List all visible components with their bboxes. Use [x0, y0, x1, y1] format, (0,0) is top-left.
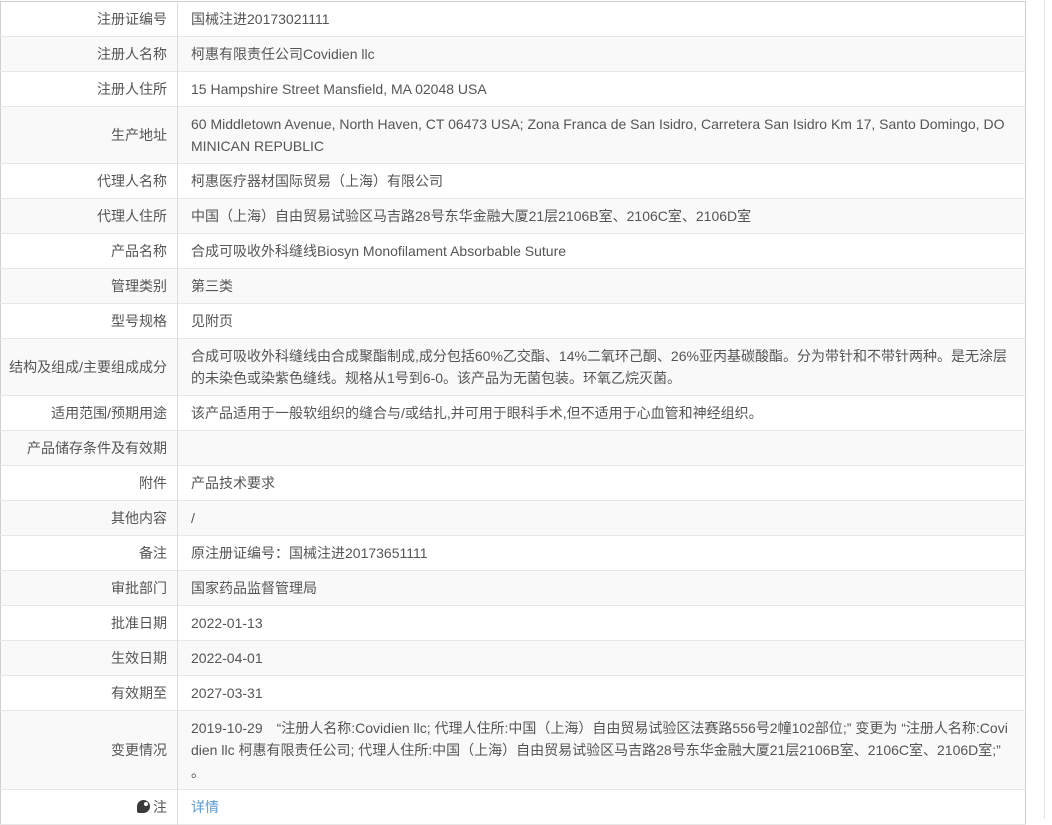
row-value: 国械注进20173021111	[191, 11, 330, 27]
row-value: 合成可吸收外科缝线Biosyn Monofilament Absorbable …	[191, 243, 567, 259]
row-label: 其他内容	[0, 500, 178, 536]
note-icon	[137, 800, 150, 813]
row-value: 柯惠有限责任公司Covidien llc	[191, 46, 375, 62]
row-label: 备注	[0, 535, 178, 571]
row-label: 生效日期	[0, 640, 178, 676]
table-row: 型号规格 见附页	[0, 303, 1026, 339]
table-row: 代理人名称 柯惠医疗器材国际贸易（上海）有限公司	[0, 163, 1026, 199]
row-value: 2022-04-01	[191, 650, 263, 666]
row-value: 原注册证编号：国械注进20173651111	[191, 545, 428, 561]
row-label: 注册证编号	[0, 1, 178, 37]
table-row: 备注 原注册证编号：国械注进20173651111	[0, 535, 1026, 571]
row-value: 见附页	[191, 313, 233, 329]
row-value: 详情	[178, 790, 1026, 825]
table-row: 其他内容 /	[0, 500, 1026, 536]
page-right-border-line	[1044, 0, 1045, 819]
row-label-text: 注	[153, 799, 167, 815]
table-row: 批准日期 2022-01-13	[0, 605, 1026, 641]
row-value: /	[191, 510, 195, 526]
table-row: 注册人名称 柯惠有限责任公司Covidien llc	[0, 36, 1026, 72]
row-value: 2022-01-13	[191, 615, 263, 631]
row-label: 管理类别	[0, 268, 178, 304]
table-row: 审批部门 国家药品监督管理局	[0, 570, 1026, 606]
table-row: 管理类别 第三类	[0, 268, 1026, 304]
row-label: 结构及组成/主要组成成分	[0, 338, 178, 396]
table-row-note: 注 详情	[0, 789, 1026, 825]
row-label: 变更情况	[0, 710, 178, 790]
row-value: 中国（上海）自由贸易试验区马吉路28号东华金融大厦21层2106B室、2106C…	[191, 208, 752, 224]
row-label: 适用范围/预期用途	[0, 395, 178, 431]
row-value: 合成可吸收外科缝线由合成聚酯制成,成分包括60%乙交酯、14%二氧环己酮、26%…	[191, 348, 1007, 386]
row-label: 注册人名称	[0, 36, 178, 72]
row-value: 柯惠医疗器材国际贸易（上海）有限公司	[191, 173, 443, 189]
row-label: 附件	[0, 465, 178, 501]
row-label: 产品名称	[0, 233, 178, 269]
row-value: 国家药品监督管理局	[191, 580, 317, 596]
row-label: 有效期至	[0, 675, 178, 711]
row-label: 审批部门	[0, 570, 178, 606]
row-value: 60 Middletown Avenue, North Haven, CT 06…	[191, 116, 1005, 154]
row-label: 产品储存条件及有效期	[0, 430, 178, 466]
table-row: 生效日期 2022-04-01	[0, 640, 1026, 676]
row-label: 代理人住所	[0, 198, 178, 234]
table-row: 附件 产品技术要求	[0, 465, 1026, 501]
row-value: 2019-10-29 “注册人名称:Covidien llc; 代理人住所:中国…	[191, 720, 1008, 780]
registration-detail-page: 注册证编号 国械注进20173021111 注册人名称 柯惠有限责任公司Covi…	[0, 0, 1052, 825]
row-value: 2027-03-31	[191, 685, 263, 701]
table-row: 代理人住所 中国（上海）自由贸易试验区马吉路28号东华金融大厦21层2106B室…	[0, 198, 1026, 234]
table-row: 注册证编号 国械注进20173021111	[0, 1, 1026, 37]
row-value: 产品技术要求	[191, 475, 275, 491]
table-row: 注册人住所 15 Hampshire Street Mansfield, MA …	[0, 71, 1026, 107]
row-value: 第三类	[191, 278, 233, 294]
table-row: 有效期至 2027-03-31	[0, 675, 1026, 711]
row-value: 15 Hampshire Street Mansfield, MA 02048 …	[191, 81, 487, 97]
table-row: 产品储存条件及有效期	[0, 430, 1026, 466]
table-row: 生产地址 60 Middletown Avenue, North Haven, …	[0, 106, 1026, 164]
row-label: 批准日期	[0, 605, 178, 641]
row-label: 注册人住所	[0, 71, 178, 107]
registration-table: 注册证编号 国械注进20173021111 注册人名称 柯惠有限责任公司Covi…	[0, 1, 1026, 825]
row-value	[178, 431, 1026, 466]
table-row: 变更情况 2019-10-29 “注册人名称:Covidien llc; 代理人…	[0, 710, 1026, 790]
row-label: 型号规格	[0, 303, 178, 339]
table-row: 结构及组成/主要组成成分 合成可吸收外科缝线由合成聚酯制成,成分包括60%乙交酯…	[0, 338, 1026, 396]
table-row: 产品名称 合成可吸收外科缝线Biosyn Monofilament Absorb…	[0, 233, 1026, 269]
row-value: 该产品适用于一般软组织的缝合与/或结扎,并可用于眼科手术,但不适用于心血管和神经…	[191, 405, 763, 421]
table-row: 适用范围/预期用途 该产品适用于一般软组织的缝合与/或结扎,并可用于眼科手术,但…	[0, 395, 1026, 431]
row-label: 代理人名称	[0, 163, 178, 199]
row-label: 生产地址	[0, 106, 178, 164]
row-label: 注	[0, 789, 178, 825]
detail-link[interactable]: 详情	[191, 799, 219, 815]
